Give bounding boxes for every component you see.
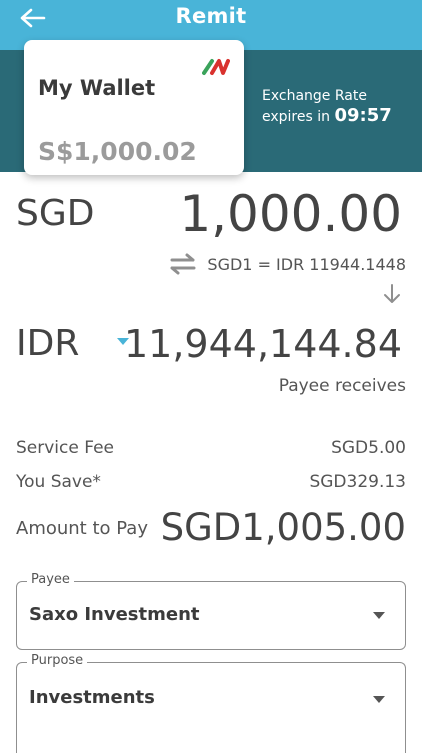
amount-to-pay-label: Amount to Pay xyxy=(16,518,148,539)
caret-down-icon xyxy=(373,612,385,619)
exchange-rate-text: SGD1 = IDR 11944.1448 xyxy=(207,254,406,274)
payee-label: Payee xyxy=(27,572,74,587)
wallet-balance: S$1,000.02 xyxy=(38,137,197,166)
source-amount-input[interactable]: 1,000.00 xyxy=(179,185,402,243)
payee-receives-caption: Payee receives xyxy=(278,376,406,396)
purpose-label: Purpose xyxy=(27,653,88,668)
service-fee-label: Service Fee xyxy=(16,438,114,458)
swap-icon xyxy=(170,253,196,275)
destination-amount: 11,944,144.84 xyxy=(123,322,402,366)
wallet-name: My Wallet xyxy=(38,76,156,100)
page-title: Remit xyxy=(175,4,247,28)
you-save-value: SGD329.13 xyxy=(309,472,406,492)
exchange-rate-row: SGD1 = IDR 11944.1448 xyxy=(169,253,406,275)
expiry-timer: 09:57 xyxy=(334,105,392,126)
exchange-rate-label: Exchange Rate xyxy=(262,88,367,104)
brand-logo-icon xyxy=(202,59,230,75)
expires-in-label: expires in xyxy=(262,109,330,125)
arrow-down-icon xyxy=(384,284,400,303)
payee-value: Saxo Investment xyxy=(29,604,200,625)
payee-select[interactable]: Payee Saxo Investment xyxy=(16,572,406,650)
source-currency[interactable]: SGD xyxy=(16,193,94,234)
caret-down-icon xyxy=(373,696,385,703)
service-fee-value: SGD5.00 xyxy=(331,438,406,458)
purpose-select[interactable]: Purpose Investments xyxy=(16,653,406,753)
wallet-card[interactable]: My Wallet S$1,000.02 xyxy=(24,40,244,175)
exchange-rate-expiry: Exchange Rate expires in 09:57 xyxy=(262,86,392,127)
purpose-value: Investments xyxy=(29,687,155,708)
you-save-label: You Save* xyxy=(16,472,101,492)
destination-currency[interactable]: IDR xyxy=(16,323,79,364)
amount-to-pay-value: SGD1,005.00 xyxy=(160,506,406,549)
